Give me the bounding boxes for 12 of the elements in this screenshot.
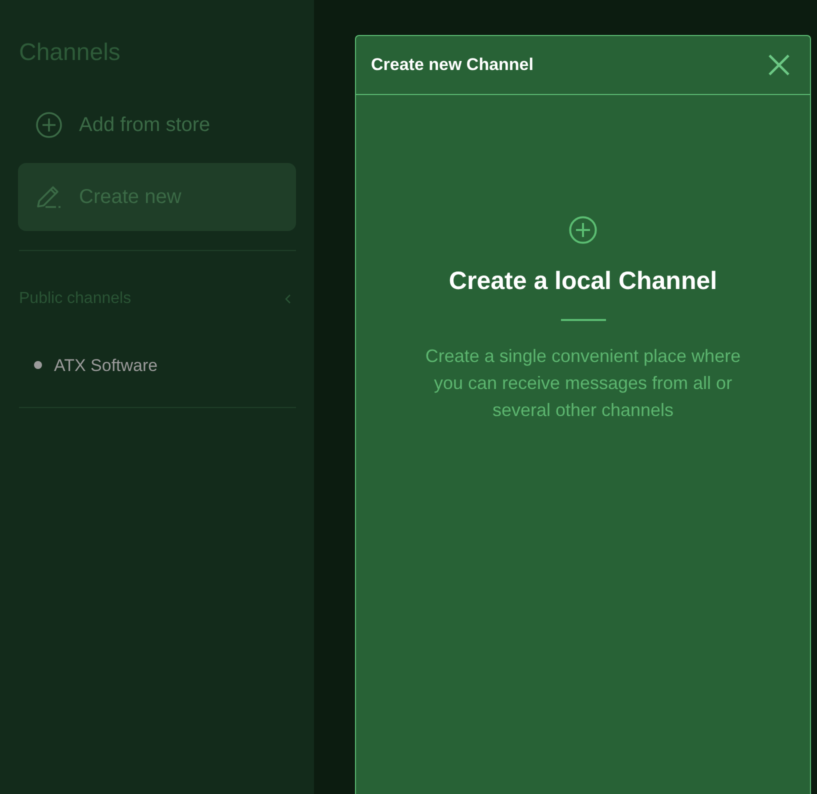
dialog-heading: Create a local Channel [448,266,718,297]
close-icon [768,54,790,76]
plus-circle-icon [36,112,62,138]
pencil-icon [36,184,62,210]
close-button[interactable] [767,53,791,77]
bullet-icon [34,360,42,368]
dialog-title: Create new Channel [371,55,534,75]
channel-item[interactable]: ATX Software [54,355,158,377]
dialog-description: Create a single convenient place where you can receive messages from all or several other channels [424,345,742,422]
menu-item[interactable]: Add from store [18,91,296,159]
chevron-icon[interactable] [285,294,291,304]
plus-circle-icon [569,216,597,244]
